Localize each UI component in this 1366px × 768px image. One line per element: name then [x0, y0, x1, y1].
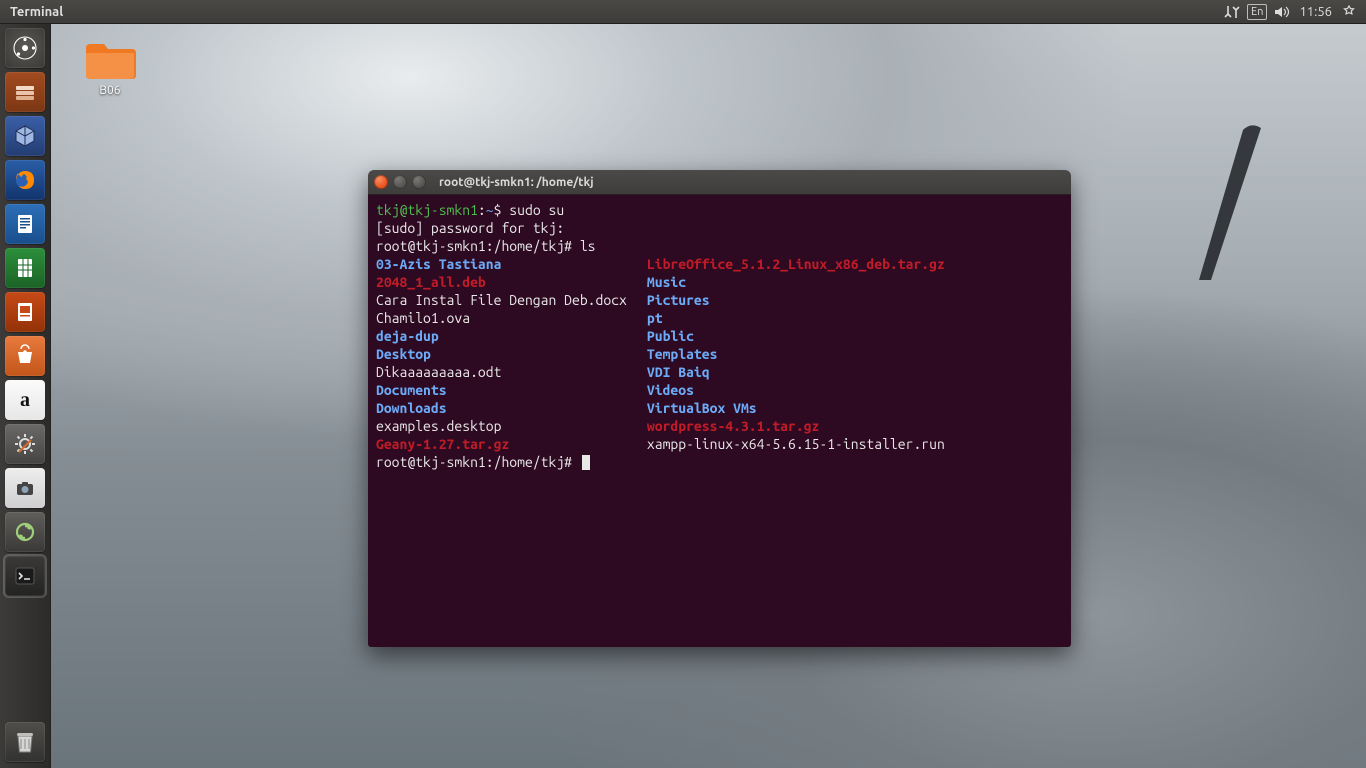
- sudo-password-line: [sudo] password for tkj:: [376, 220, 564, 236]
- prompt-user: tkj@tkj-smkn1: [376, 202, 478, 218]
- launcher-dash[interactable]: [5, 28, 45, 68]
- launcher-calc[interactable]: [5, 248, 45, 288]
- launcher-updates[interactable]: [5, 512, 45, 552]
- root-prompt-1: root@tkj-smkn1:/home/tkj#: [376, 238, 572, 254]
- window-close-button[interactable]: [374, 175, 388, 189]
- command-ls: ls: [580, 238, 596, 254]
- desktop-folder-label: B06: [78, 84, 142, 97]
- sound-indicator[interactable]: [1271, 0, 1293, 24]
- session-indicator[interactable]: [1338, 0, 1360, 24]
- launcher-writer[interactable]: [5, 204, 45, 244]
- keyboard-lang-label: En: [1247, 4, 1267, 20]
- ls-column-2: LibreOffice_5.1.2_Linux_x86_deb.tar.gz M…: [647, 255, 945, 453]
- top-menubar: Terminal En 11:56: [0, 0, 1366, 24]
- active-app-title: Terminal: [6, 5, 63, 19]
- launcher-amazon[interactable]: a: [5, 380, 45, 420]
- amazon-glyph: a: [20, 389, 30, 412]
- launcher-impress[interactable]: [5, 292, 45, 332]
- command-sudo-su: sudo su: [509, 202, 564, 218]
- keyboard-indicator[interactable]: En: [1243, 0, 1271, 24]
- desktop-folder[interactable]: B06: [78, 40, 142, 97]
- prompt-path: ~: [486, 202, 494, 218]
- launcher-files[interactable]: [5, 72, 45, 112]
- launcher-screenshot[interactable]: [5, 468, 45, 508]
- launcher-trash[interactable]: [5, 722, 45, 762]
- launcher-firefox[interactable]: [5, 160, 45, 200]
- terminal-window: root@tkj-smkn1: /home/tkj tkj@tkj-smkn1:…: [368, 170, 1071, 647]
- window-maximize-button[interactable]: [412, 175, 426, 189]
- unity-launcher: a: [0, 24, 51, 768]
- ls-column-1: 03-Azis Tastiana 2048_1_all.deb Cara Ins…: [376, 255, 627, 453]
- clock[interactable]: 11:56: [1293, 0, 1338, 24]
- launcher-settings[interactable]: [5, 424, 45, 464]
- window-title: root@tkj-smkn1: /home/tkj: [439, 176, 594, 189]
- window-titlebar[interactable]: root@tkj-smkn1: /home/tkj: [368, 170, 1071, 195]
- terminal-cursor: [582, 455, 590, 470]
- launcher-terminal[interactable]: [5, 556, 45, 596]
- launcher-virtualbox[interactable]: [5, 116, 45, 156]
- terminal-body[interactable]: tkj@tkj-smkn1:~$ sudo su [sudo] password…: [368, 195, 1071, 647]
- network-indicator[interactable]: [1221, 0, 1243, 24]
- root-prompt-2: root@tkj-smkn1:/home/tkj#: [376, 454, 572, 470]
- folder-icon: [84, 40, 136, 80]
- ls-output: 03-Azis Tastiana 2048_1_all.deb Cara Ins…: [376, 255, 1063, 453]
- launcher-software-center[interactable]: [5, 336, 45, 376]
- window-minimize-button[interactable]: [393, 175, 407, 189]
